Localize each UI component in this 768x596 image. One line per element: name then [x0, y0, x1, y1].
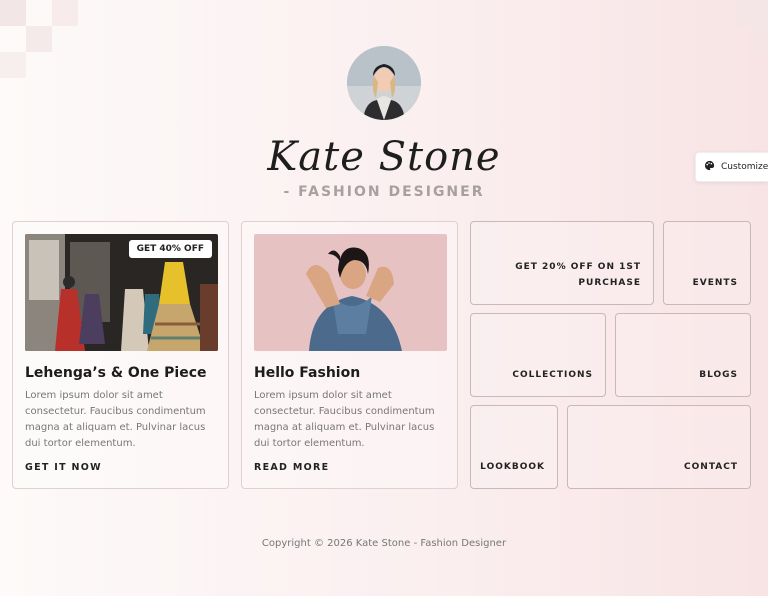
tile-events-label: EVENTS [692, 278, 738, 288]
card-title: Hello Fashion [254, 365, 361, 381]
tile-blogs-label: BLOGS [699, 370, 738, 380]
tile-blogs[interactable]: BLOGS [615, 313, 751, 397]
card-body: Lorem ipsum dolor sit amet consectetur. … [254, 390, 435, 449]
tile-contact-label: CONTACT [684, 462, 738, 472]
tile-collections-label: COLLECTIONS [512, 370, 593, 380]
card-image-boutique: GET 40% OFF [25, 234, 218, 351]
profile-role: - FASHION DESIGNER [283, 184, 485, 200]
profile-name: Kate Stone [267, 134, 501, 180]
tile-contact[interactable]: CONTACT [567, 405, 751, 489]
profile-header: Kate Stone - FASHION DESIGNER [0, 46, 768, 200]
read-more-link[interactable]: READ MORE [254, 462, 329, 473]
tile-offer[interactable]: GET 20% OFF ON 1ST PURCHASE [470, 221, 654, 305]
discount-badge: GET 40% OFF [128, 240, 212, 258]
decor-square [52, 0, 78, 26]
card-body: Lorem ipsum dolor sit amet consectetur. … [25, 390, 206, 449]
avatar [347, 46, 421, 120]
palette-icon [704, 160, 715, 174]
decor-square [736, 0, 768, 26]
card-image-model [254, 234, 447, 351]
blog-card-hello-fashion: Hello Fashion Lorem ipsum dolor sit amet… [241, 221, 458, 489]
card-title: Lehenga’s & One Piece [25, 365, 207, 381]
get-it-now-link[interactable]: GET IT NOW [25, 462, 102, 473]
tile-collections[interactable]: COLLECTIONS [470, 313, 606, 397]
decor-square [0, 0, 26, 26]
customize-label: Customize [721, 162, 768, 172]
customize-button[interactable]: Customize [695, 152, 768, 182]
tile-events[interactable]: EVENTS [663, 221, 751, 305]
tile-offer-label: GET 20% OFF ON 1ST PURCHASE [515, 262, 641, 288]
footer-copyright: Copyright © 2026 Kate Stone - Fashion De… [261, 538, 507, 549]
tile-lookbook[interactable]: LOOKBOOK [470, 405, 558, 489]
promo-card-lehenga: GET 40% OFF Lehenga’s & One Piece Lorem … [12, 221, 229, 489]
tile-lookbook-label: LOOKBOOK [480, 462, 545, 472]
